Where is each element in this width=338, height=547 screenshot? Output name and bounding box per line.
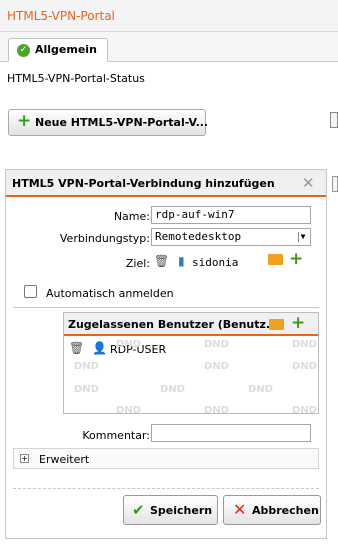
user-icon: 👤	[92, 341, 107, 355]
folder-icon[interactable]	[269, 319, 284, 330]
dnd-watermark: DND	[292, 405, 317, 414]
dnd-watermark: DND	[292, 361, 317, 372]
folder-icon[interactable]	[268, 254, 283, 265]
dnd-watermark: DND	[292, 339, 317, 350]
close-icon[interactable]: ✕	[302, 174, 315, 192]
dnd-watermark: DND	[116, 339, 141, 350]
name-input[interactable]: rdp-auf-win7	[151, 206, 311, 224]
list-item[interactable]: 🗑 👤 RDP-USER	[64, 338, 318, 358]
auto-login-label: Automatisch anmelden	[46, 287, 174, 300]
add-connection-dialog: HTML5 VPN-Portal-Verbindung hinzufügen ✕…	[5, 169, 327, 539]
allowed-users-panel: Zugelassenen Benutzer (Benutz... + 🗑 👤 R…	[63, 312, 319, 414]
allowed-users-title: Zugelassenen Benutzer (Benutz...	[68, 318, 279, 331]
server-icon: ▮	[178, 254, 185, 268]
new-portal-connection-button[interactable]: + Neue HTML5-VPN-Portal-V...	[8, 109, 209, 136]
tab-allgemein[interactable]: ✓ Allgemein	[8, 38, 108, 62]
dnd-watermark: DND	[116, 405, 141, 414]
target-label: Ziel:	[125, 257, 150, 270]
close-icon: ✕	[233, 500, 247, 519]
add-icon[interactable]: +	[289, 249, 303, 269]
connection-type-select[interactable]: Remotedesktop ▼	[151, 228, 311, 246]
edit-icon[interactable]	[330, 112, 338, 128]
dialog-title: HTML5 VPN-Portal-Verbindung hinzufügen	[12, 177, 275, 190]
save-label: Speichern	[150, 504, 213, 517]
dnd-watermark: DND	[160, 384, 185, 395]
plus-icon: +	[17, 111, 32, 131]
portal-header: HTML5-VPN-Portal	[0, 0, 338, 32]
cancel-button[interactable]: ✕ Abbrechen	[223, 495, 321, 525]
connection-type-value: Remotedesktop	[155, 230, 242, 243]
target-value[interactable]: sidonia	[192, 256, 238, 269]
advanced-label: Erweitert	[39, 453, 90, 466]
dnd-watermark: DND	[74, 361, 99, 372]
dnd-watermark: DND	[204, 405, 229, 414]
tab-label: Allgemein	[35, 43, 97, 56]
comment-input[interactable]	[151, 424, 311, 442]
dnd-watermark: DND	[204, 339, 229, 350]
check-circle-icon: ✓	[17, 44, 30, 57]
dnd-watermark: DND	[74, 384, 99, 395]
check-icon: ✔	[132, 501, 145, 519]
page-title: HTML5-VPN-Portal	[7, 9, 115, 23]
allowed-users-header: Zugelassenen Benutzer (Benutz... +	[64, 313, 318, 336]
panel-edge	[332, 176, 338, 192]
trash-icon[interactable]: 🗑	[154, 254, 169, 268]
dnd-watermark: DND	[204, 361, 229, 372]
auto-login-checkbox[interactable]	[24, 285, 37, 298]
add-icon[interactable]: +	[291, 313, 305, 333]
dropdown-arrow-icon[interactable]: ▼	[298, 232, 307, 242]
new-button-label: Neue HTML5-VPN-Portal-V...	[35, 116, 209, 129]
dialog-header: HTML5 VPN-Portal-Verbindung hinzufügen ✕	[6, 170, 326, 197]
name-label: Name:	[113, 210, 150, 223]
dnd-watermark: DND	[248, 384, 273, 395]
advanced-section-toggle[interactable]: + Erweitert	[13, 448, 319, 469]
cancel-label: Abbrechen	[252, 504, 319, 517]
trash-icon[interactable]: 🗑	[69, 341, 84, 355]
connection-type-label: Verbindungstyp:	[59, 232, 150, 245]
save-button[interactable]: ✔ Speichern	[123, 495, 218, 525]
divider	[13, 488, 319, 489]
status-label: HTML5-VPN-Portal-Status	[7, 72, 145, 85]
expand-icon[interactable]: +	[20, 454, 29, 463]
divider	[13, 307, 319, 308]
comment-label: Kommentar:	[82, 429, 150, 442]
